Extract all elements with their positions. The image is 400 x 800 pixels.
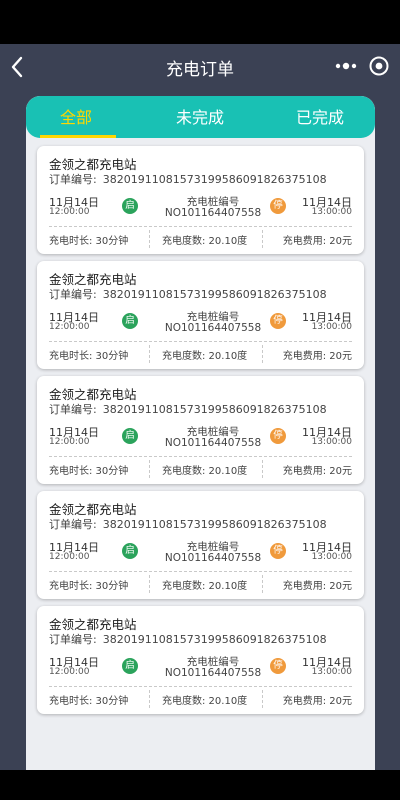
end-time: 13:00:00 — [311, 322, 352, 332]
order-card[interactable]: 金领之都充电站 订单编号: 382019110815731995860918263… — [37, 491, 364, 599]
start-time: 12:00:00 — [49, 437, 90, 447]
more-dots-icon[interactable] — [334, 56, 358, 76]
start-badge: 启 — [122, 313, 138, 329]
charge-kwh: 充电度数: 20.10度 — [162, 466, 248, 477]
tab-bar: 全部 未完成 已完成 — [26, 96, 375, 138]
end-time: 13:00:00 — [311, 667, 352, 677]
divider — [262, 230, 263, 248]
tab-active-indicator — [40, 135, 116, 138]
charge-duration: 充电时长: 30分钟 — [49, 466, 129, 477]
stop-badge: 停 — [270, 428, 286, 444]
stop-badge: 停 — [270, 543, 286, 559]
divider — [262, 345, 263, 363]
charge-duration: 充电时长: 30分钟 — [49, 696, 129, 707]
start-badge: 启 — [122, 658, 138, 674]
start-badge: 启 — [122, 198, 138, 214]
order-number: 订单编号: 38201911081573199586091826375108 — [49, 518, 327, 531]
pile-number: NO101164407558 — [164, 552, 262, 564]
divider — [262, 690, 263, 708]
end-time: 13:00:00 — [311, 207, 352, 217]
divider — [49, 686, 352, 687]
divider — [49, 226, 352, 227]
tab-pending[interactable]: 未完成 — [150, 104, 250, 128]
stop-badge: 停 — [270, 658, 286, 674]
divider — [262, 460, 263, 478]
divider — [149, 345, 150, 363]
divider — [49, 341, 352, 342]
order-number: 订单编号: 3820191108157319958609182637510​8 — [49, 173, 327, 186]
start-time: 12:00:00 — [49, 207, 90, 217]
start-time: 12:00:00 — [49, 322, 90, 332]
order-card[interactable]: 金领之都充电站 订单编号: 382019110815731995860918263… — [37, 606, 364, 714]
stop-badge: 停 — [270, 313, 286, 329]
pile-number: NO101164407558 — [164, 322, 262, 334]
charge-kwh: 充电度数: 20.10度 — [162, 581, 248, 592]
divider — [49, 456, 352, 457]
charge-fee: 充电费用: 20元 — [282, 581, 352, 592]
orders-panel: 全部 未完成 已完成 金领之都充电站 订单编号: 3820191108157319… — [26, 96, 375, 770]
stop-badge: 停 — [270, 198, 286, 214]
tab-completed[interactable]: 已完成 — [270, 104, 370, 128]
start-badge: 启 — [122, 428, 138, 444]
charge-duration: 充电时长: 30分钟 — [49, 581, 129, 592]
order-card[interactable]: 金领之都充电站 订单编号: 382019110815731995860918263… — [37, 376, 364, 484]
charge-duration: 充电时长: 30分钟 — [49, 236, 129, 247]
charge-kwh: 充电度数: 20.10度 — [162, 696, 248, 707]
status-bar — [0, 0, 400, 44]
charge-fee: 充电费用: 20元 — [282, 351, 352, 362]
end-time: 13:00:00 — [311, 437, 352, 447]
order-card[interactable]: 金领之都充电站 订单编号: 382019110815731995860918263… — [37, 261, 364, 369]
charge-fee: 充电费用: 20元 — [282, 696, 352, 707]
start-badge: 启 — [122, 543, 138, 559]
divider — [149, 230, 150, 248]
order-card[interactable]: 金领之都充电站 订单编号: 382019110815731995860918263… — [37, 146, 364, 254]
charge-duration: 充电时长: 30分钟 — [49, 351, 129, 362]
tab-all[interactable]: 全部 — [26, 104, 126, 128]
divider — [149, 575, 150, 593]
charge-fee: 充电费用: 20元 — [282, 466, 352, 477]
divider — [149, 460, 150, 478]
charge-kwh: 充电度数: 20.10度 — [162, 351, 248, 362]
charge-kwh: 充电度数: 20.10度 — [162, 236, 248, 247]
pile-number: NO101164407558 — [164, 207, 262, 219]
divider — [262, 575, 263, 593]
pile-number: NO101164407558 — [164, 437, 262, 449]
nav-bar: 充电订单 — [0, 44, 400, 90]
pile-number: NO101164407558 — [164, 667, 262, 679]
bottom-bar — [0, 770, 400, 800]
target-icon[interactable] — [368, 55, 390, 77]
start-time: 12:00:00 — [49, 552, 90, 562]
order-number: 订单编号: 38201911081573199586091826375108 — [49, 633, 327, 646]
end-time: 13:00:00 — [311, 552, 352, 562]
divider — [149, 690, 150, 708]
order-number: 订单编号: 382019110815731995860918263751​08 — [49, 288, 327, 301]
divider — [49, 571, 352, 572]
charge-fee: 充电费用: 20元 — [282, 236, 352, 247]
order-number: 订单编号: 38201911081573199586091826375108 — [49, 403, 327, 416]
start-time: 12:00:00 — [49, 667, 90, 677]
